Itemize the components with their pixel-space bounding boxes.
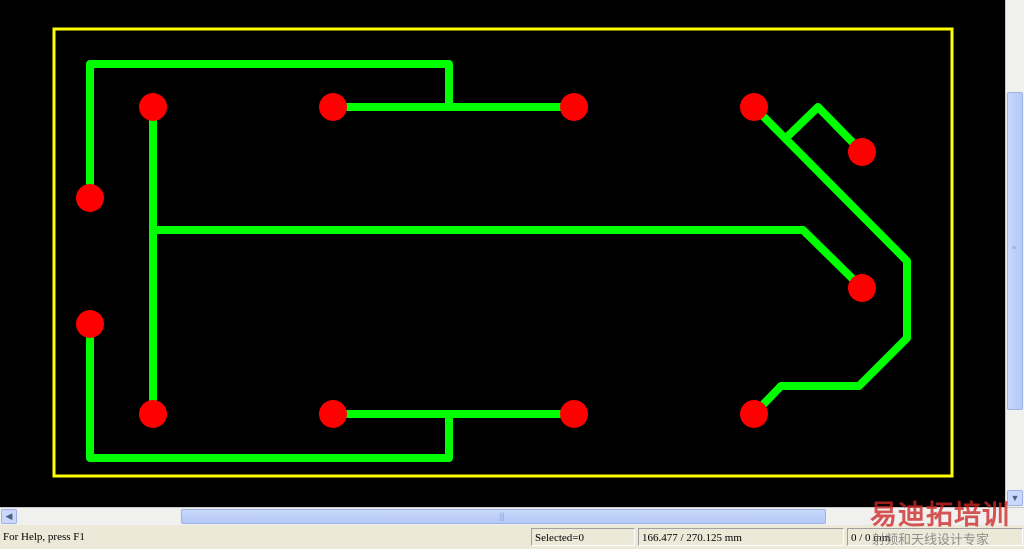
arrow-left-icon[interactable]: ◀ <box>1 509 17 524</box>
status-coordinates: 166.477 / 270.125 mm <box>638 528 844 546</box>
pcb-canvas[interactable] <box>0 0 1005 507</box>
status-help-text: For Help, press F1 <box>3 531 85 543</box>
pad[interactable] <box>560 400 588 428</box>
track-bottom-left-loop[interactable] <box>86 320 453 462</box>
pad[interactable] <box>740 400 768 428</box>
track-top-left-loop[interactable] <box>86 60 453 202</box>
pad[interactable] <box>139 400 167 428</box>
arrow-down-icon[interactable]: ▼ <box>1007 490 1023 506</box>
horizontal-scrollbar[interactable]: ◀ ||| <box>0 507 1024 525</box>
grip-icon: ≡ <box>1011 243 1017 252</box>
track-middle-bus[interactable] <box>149 226 866 292</box>
board-outline <box>52 27 954 478</box>
tracks <box>86 60 911 462</box>
pad[interactable] <box>740 93 768 121</box>
pad[interactable] <box>76 310 104 338</box>
pcb-layout-drawing[interactable] <box>0 0 1005 507</box>
vertical-scrollbar[interactable]: ≡ ▼ <box>1005 0 1024 507</box>
pad[interactable] <box>319 93 347 121</box>
status-delta: 0 / 0 mm <box>847 528 1023 546</box>
pad[interactable] <box>560 93 588 121</box>
status-selected-count: Selected=0 <box>531 528 635 546</box>
pad[interactable] <box>319 400 347 428</box>
grip-icon: ||| <box>499 511 505 521</box>
pad[interactable] <box>139 93 167 121</box>
pad[interactable] <box>76 184 104 212</box>
pads <box>76 93 876 428</box>
status-bar: For Help, press F1 Selected=0 166.477 / … <box>0 525 1024 549</box>
pad[interactable] <box>848 274 876 302</box>
pad[interactable] <box>848 138 876 166</box>
